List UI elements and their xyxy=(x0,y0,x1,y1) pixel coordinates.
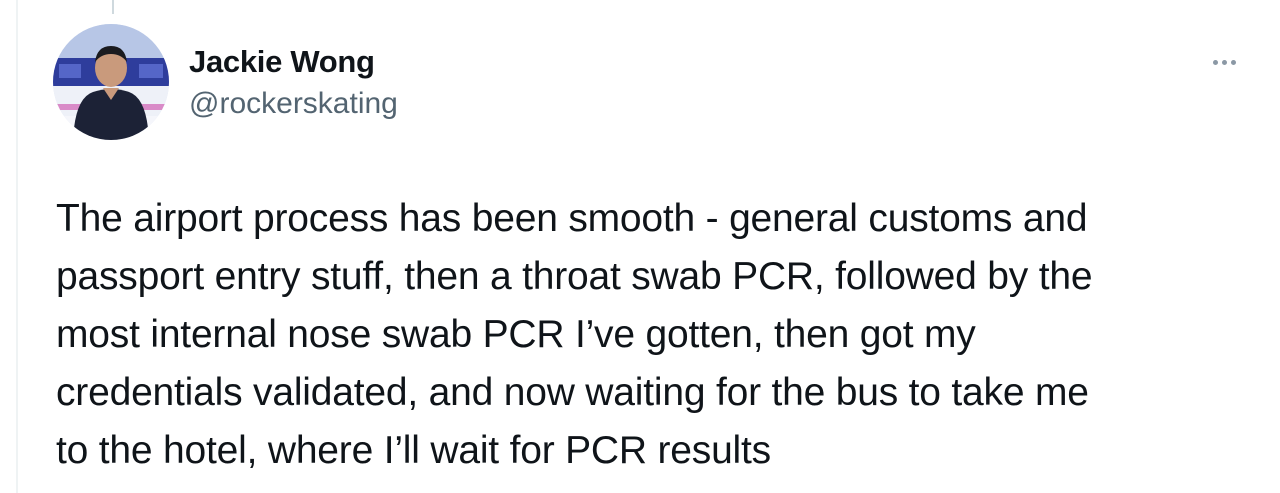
tweet-text-line: credentials validated, and now waiting f… xyxy=(56,371,1089,414)
author-display-name[interactable]: Jackie Wong xyxy=(189,44,375,80)
tweet-text-line: The airport process has been smooth - ge… xyxy=(56,197,1088,240)
tweet-card: Jackie Wong @rockerskating The airport p… xyxy=(0,0,1280,493)
avatar[interactable] xyxy=(53,24,169,140)
tweet-text: The airport process has been smooth - ge… xyxy=(56,190,1256,480)
tweet-text-line: passport entry stuff, then a throat swab… xyxy=(56,255,1093,298)
author-handle[interactable]: @rockerskating xyxy=(189,87,398,121)
tweet-text-line: most internal nose swab PCR I’ve gotten,… xyxy=(56,313,976,356)
more-horizontal-icon-dot xyxy=(1230,59,1236,65)
more-horizontal-icon xyxy=(1212,59,1218,65)
left-divider xyxy=(16,0,18,493)
avatar-photo-icon xyxy=(53,24,169,140)
tweet-text-line: to the hotel, where I’ll wait for PCR re… xyxy=(56,429,771,472)
more-options-button[interactable] xyxy=(1206,48,1242,76)
thread-connector xyxy=(112,0,114,14)
more-horizontal-icon-dot xyxy=(1221,59,1227,65)
